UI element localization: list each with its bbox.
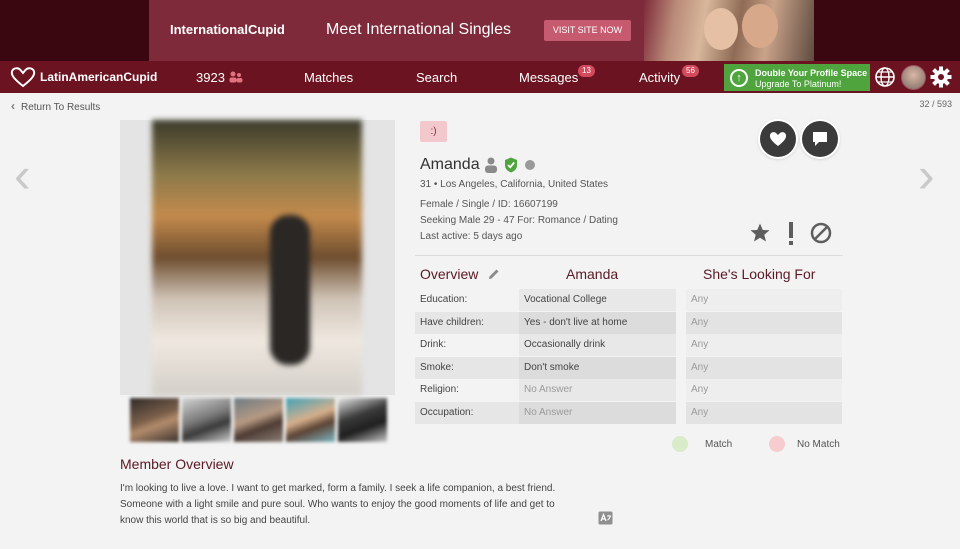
upgrade-line1: Double Your Profile Space: [755, 68, 868, 78]
profile-last-active: Last active: 5 days ago: [420, 231, 523, 242]
row-looking-for: Any: [691, 407, 709, 418]
row-value: Don't smoke: [524, 362, 580, 373]
ad-brand: InternationalCupid: [170, 22, 285, 37]
heart-logo-icon: [10, 67, 36, 88]
row-value: Yes - don't live at home: [524, 317, 628, 328]
photo-thumbnails: [130, 398, 387, 442]
row-label: Drink:: [420, 339, 447, 350]
main-photo-frame[interactable]: [120, 120, 395, 395]
match-dot: [672, 436, 688, 452]
profile-age-location: 31 • Los Angeles, California, United Sta…: [420, 179, 609, 190]
upgrade-button[interactable]: ↑ Double Your Profile Space Upgrade To P…: [724, 64, 870, 91]
heart-icon: [769, 132, 787, 146]
overview-heading-label: Overview: [420, 266, 479, 282]
like-button[interactable]: [760, 121, 796, 157]
looking-for-heading: She's Looking For: [703, 266, 816, 282]
edit-pencil-icon[interactable]: [488, 268, 500, 280]
site-logo[interactable]: LatinAmericanCupid: [10, 66, 157, 88]
visit-site-button[interactable]: VISIT SITE NOW: [544, 20, 631, 41]
nav-activity-label: Activity: [639, 70, 681, 85]
profile-seeking: Seeking Male 29 - 47 For: Romance / Dati…: [420, 215, 618, 226]
smile-chip[interactable]: :): [420, 121, 447, 142]
logo-text: LatinAmericanCupid: [40, 70, 158, 84]
table-row-looking-bg: [686, 312, 842, 334]
row-label: Have children:: [420, 317, 484, 328]
name-status-icons: [484, 157, 536, 173]
return-label: Return To Results: [21, 102, 101, 113]
row-label: Occupation:: [420, 407, 474, 418]
row-looking-for: Any: [691, 294, 709, 305]
main-nav: LatinAmericanCupid 3923 Matches Search M…: [0, 61, 960, 93]
gear-icon[interactable]: [930, 66, 952, 88]
row-looking-for: Any: [691, 339, 709, 350]
table-row-looking-bg: [686, 289, 842, 311]
offline-status-icon: [525, 160, 535, 170]
thumbnail-5[interactable]: [338, 398, 387, 442]
legend-match: Match: [672, 436, 732, 452]
profile-name: Amanda: [420, 156, 480, 173]
row-value: Occasionally drink: [524, 339, 606, 350]
star-icon[interactable]: [749, 222, 771, 244]
next-profile-arrow-icon[interactable]: ›: [918, 150, 935, 200]
arrow-up-icon: ↑: [730, 69, 748, 87]
chevron-left-icon: ‹: [11, 99, 15, 113]
row-label: Smoke:: [420, 362, 454, 373]
nav-messages-label: Messages: [519, 70, 579, 85]
message-button[interactable]: [802, 121, 838, 157]
no-match-dot: [769, 436, 785, 452]
row-value: Vocational College: [524, 294, 607, 305]
table-row-looking-bg: [686, 379, 842, 401]
person-icon: [485, 157, 497, 173]
ad-banner[interactable]: InternationalCupid Meet International Si…: [149, 0, 814, 61]
thumbnail-1[interactable]: [130, 398, 179, 442]
report-exclamation-icon[interactable]: [785, 222, 797, 246]
profile-details: Female / Single / ID: 16607199: [420, 199, 558, 210]
legend-no-match-label: No Match: [797, 438, 840, 450]
table-row-looking-bg: [686, 402, 842, 424]
chat-bubble-icon: [813, 132, 827, 146]
result-counter: 32 / 593: [919, 99, 952, 109]
user-avatar[interactable]: [901, 65, 926, 90]
upgrade-line2: Upgrade To Platinum!: [755, 79, 842, 89]
member-column-heading: Amanda: [566, 266, 619, 282]
row-looking-for: Any: [691, 317, 709, 328]
row-value: No Answer: [524, 384, 573, 395]
nav-search[interactable]: Search: [416, 70, 457, 85]
row-looking-for: Any: [691, 384, 709, 395]
return-to-results-link[interactable]: ‹ Return To Results: [11, 99, 100, 113]
overview-heading: Overview: [420, 266, 500, 282]
nav-likes[interactable]: 3923: [196, 70, 243, 85]
member-overview-text: I'm looking to live a love. I want to ge…: [120, 483, 556, 526]
ad-couple-image: [644, 0, 814, 61]
globe-icon[interactable]: [874, 66, 896, 88]
member-overview-heading: Member Overview: [120, 456, 234, 472]
messages-badge: 13: [578, 65, 595, 77]
table-row-looking-bg: [686, 334, 842, 356]
translate-icon[interactable]: [598, 511, 613, 525]
main-profile-photo: [152, 120, 362, 395]
thumbnail-2[interactable]: [182, 398, 231, 442]
people-icon: [229, 71, 243, 83]
divider: [415, 255, 843, 256]
row-label: Religion:: [420, 384, 459, 395]
likes-count: 3923: [196, 70, 225, 85]
thumbnail-3[interactable]: [234, 398, 283, 442]
row-value: No Answer: [524, 407, 573, 418]
previous-profile-arrow-icon[interactable]: ‹: [14, 150, 31, 200]
block-icon[interactable]: [810, 222, 832, 244]
nav-activity[interactable]: Activity 56: [639, 65, 699, 85]
legend-no-match: No Match: [769, 436, 840, 452]
table-row-looking-bg: [686, 357, 842, 379]
thumbnail-4[interactable]: [286, 398, 335, 442]
legend-match-label: Match: [705, 438, 733, 450]
verified-shield-icon: [505, 157, 517, 173]
row-looking-for: Any: [691, 362, 709, 373]
nav-matches[interactable]: Matches: [304, 70, 353, 85]
nav-messages[interactable]: Messages 13: [519, 65, 595, 85]
ad-banner-background: InternationalCupid Meet International Si…: [0, 0, 960, 61]
row-label: Education:: [420, 294, 468, 305]
ad-title: Meet International Singles: [326, 21, 511, 38]
activity-badge: 56: [682, 65, 699, 77]
